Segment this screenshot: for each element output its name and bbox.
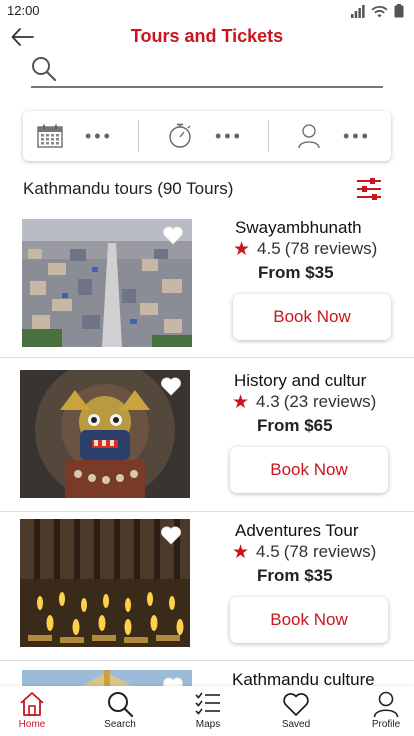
user-icon <box>373 691 399 718</box>
tour-card[interactable]: History and cultur ★ 4.3 (23 reviews) Fr… <box>0 370 414 520</box>
tour-name: Adventures Tour <box>235 521 359 540</box>
bottom-nav: Home Search Maps Saved Profile <box>0 686 414 736</box>
checklist-icon <box>195 692 220 715</box>
tour-price: From $65 <box>257 416 333 435</box>
star-icon: ★ <box>233 238 251 260</box>
more-dots-icon: ••• <box>85 125 113 146</box>
search-icon <box>108 692 134 718</box>
tour-image <box>20 370 190 498</box>
star-icon: ★ <box>232 391 250 413</box>
status-bar: 12:00 <box>0 0 414 24</box>
tour-price: From $35 <box>258 263 334 282</box>
rating-value: 4.5 <box>257 239 281 258</box>
header: Tours and Tickets <box>0 24 414 54</box>
divider <box>268 120 269 152</box>
travelers-filter[interactable]: ••• <box>297 111 387 161</box>
book-now-button[interactable]: Book Now <box>233 294 391 340</box>
tour-rating: ★ 4.3 (23 reviews) <box>232 392 376 412</box>
reviews-count: (78 reviews) <box>283 542 377 561</box>
duration-filter[interactable]: ••• <box>167 111 267 161</box>
star-icon: ★ <box>232 541 250 563</box>
status-icons <box>351 4 404 18</box>
nav-label: Search <box>104 719 136 730</box>
nav-label: Home <box>18 719 46 730</box>
tours-count-heading: Kathmandu tours (90 Tours) <box>23 179 234 198</box>
tour-rating: ★ 4.5 (78 reviews) <box>233 239 377 259</box>
divider <box>138 120 139 152</box>
sliders-icon <box>357 178 381 200</box>
status-time: 12:00 <box>7 3 40 18</box>
tour-name: Swayambhunath <box>235 218 362 237</box>
search-icon <box>32 57 57 82</box>
heart-icon[interactable] <box>162 676 184 686</box>
nav-saved[interactable]: Saved <box>266 686 326 736</box>
tour-image <box>22 670 192 686</box>
book-now-button[interactable]: Book Now <box>230 597 388 643</box>
search-input[interactable] <box>65 56 375 82</box>
filter-bar: ••• ••• ••• <box>23 111 391 161</box>
heart-outline-icon <box>283 693 309 716</box>
tour-card[interactable]: Adventures Tour ★ 4.5 (78 reviews) From … <box>0 519 414 670</box>
tour-rating: ★ 4.5 (78 reviews) <box>232 542 376 562</box>
tour-price: From $35 <box>257 566 333 585</box>
nav-label: Profile <box>371 719 401 730</box>
nav-home[interactable]: Home <box>2 686 62 736</box>
book-now-button[interactable]: Book Now <box>230 447 388 493</box>
battery-icon <box>394 4 404 18</box>
tour-card[interactable]: Swayambhunath ★ 4.5 (78 reviews) From $3… <box>0 218 414 368</box>
page-title: Tours and Tickets <box>130 26 284 46</box>
calendar-icon <box>37 124 63 148</box>
tour-image <box>20 519 190 647</box>
reviews-count: (23 reviews) <box>283 392 377 411</box>
tour-name: History and cultur <box>234 371 367 390</box>
signal-icon <box>351 4 365 18</box>
wifi-icon <box>371 5 388 17</box>
nav-label: Maps <box>195 719 221 730</box>
heart-icon[interactable] <box>162 225 184 245</box>
divider <box>0 660 414 661</box>
reviews-count: (78 reviews) <box>284 239 378 258</box>
divider <box>0 511 414 512</box>
more-dots-icon: ••• <box>343 125 371 146</box>
more-dots-icon: ••• <box>215 125 243 146</box>
tour-card[interactable]: Kathmandu culture <box>0 670 414 686</box>
nav-profile[interactable]: Profile <box>356 686 414 736</box>
tour-image <box>22 219 192 347</box>
nav-search[interactable]: Search <box>90 686 150 736</box>
date-filter[interactable]: ••• <box>37 111 137 161</box>
tour-name: Kathmandu culture <box>232 670 375 686</box>
rating-value: 4.5 <box>256 542 280 561</box>
heart-icon[interactable] <box>160 376 182 396</box>
divider <box>0 357 414 358</box>
filter-settings-button[interactable] <box>355 176 383 202</box>
search-bar <box>31 52 383 88</box>
heart-icon[interactable] <box>160 525 182 545</box>
person-icon <box>298 124 320 149</box>
home-icon <box>20 692 44 716</box>
rating-value: 4.3 <box>256 392 280 411</box>
nav-maps[interactable]: Maps <box>178 686 238 736</box>
stopwatch-icon <box>169 123 191 148</box>
nav-label: Saved <box>281 719 311 730</box>
